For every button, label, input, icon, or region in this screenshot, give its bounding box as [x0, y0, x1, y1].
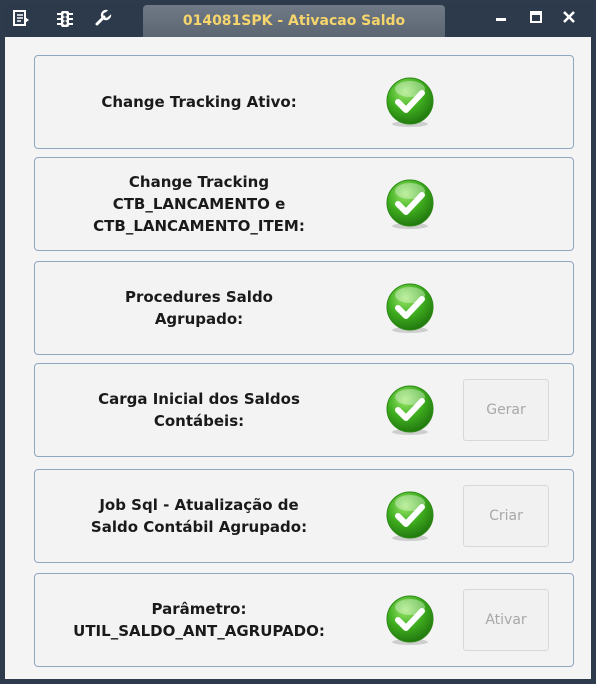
window-title: 014081SPK - Ativacao Saldo [182, 13, 406, 29]
status-label: Parâmetro: UTIL_SALDO_ANT_AGRUPADO: [49, 598, 349, 642]
status-panel: Parâmetro: UTIL_SALDO_ANT_AGRUPADO: Ativar [34, 573, 574, 667]
wrench-icon[interactable] [93, 9, 113, 29]
status-label-line: Change Tracking Ativo: [101, 93, 297, 111]
check-circle-icon [383, 383, 437, 437]
status-label-line: Procedures Saldo [124, 288, 273, 306]
app-window: 014081SPK - Ativacao Saldo Change Tracki… [0, 0, 596, 684]
status-label-line: Carga Inicial dos Saldos [98, 390, 300, 408]
status-label-line: CTB_LANCAMENTO e [112, 195, 286, 213]
status-label: Change Tracking Ativo: [49, 91, 349, 113]
status-panel: Change Tracking CTB_LANCAMENTO e CTB_LANCA… [34, 157, 574, 251]
client-area: Change Tracking Ativo: Change Tracking CTB… [5, 37, 591, 679]
status-label: Change Tracking CTB_LANCAMENTO e CTB_LANCA… [49, 171, 349, 237]
status-label: Job Sql - Atualização de Saldo Contábil A… [49, 494, 349, 538]
status-label-line: Saldo Contábil Agrupado: [90, 518, 308, 536]
traffic-light-icon[interactable] [55, 9, 75, 29]
maximize-button[interactable] [526, 9, 546, 29]
status-label: Carga Inicial dos Saldos Contábeis: [49, 388, 349, 432]
minimize-button[interactable] [491, 9, 511, 29]
status-panel: Job Sql - Atualização de Saldo Contábil A… [34, 469, 574, 563]
check-circle-icon [383, 281, 437, 335]
gerar-button[interactable]: Gerar [463, 379, 549, 441]
status-label-line: Job Sql - Atualização de [99, 496, 299, 514]
status-panel: Change Tracking Ativo: [34, 55, 574, 149]
status-panel: Procedures Saldo Agrupado: [34, 261, 574, 355]
status-label-line: Agrupado: [154, 310, 244, 328]
title-tab: 014081SPK - Ativacao Saldo [143, 5, 445, 37]
criar-button[interactable]: Criar [463, 485, 549, 547]
check-circle-icon [383, 75, 437, 129]
status-label-line: Parâmetro: [151, 600, 247, 618]
status-label: Procedures Saldo Agrupado: [49, 286, 349, 330]
status-label-line: Contábeis: [153, 412, 245, 430]
check-circle-icon [383, 177, 437, 231]
check-circle-icon [383, 489, 437, 543]
status-label-line: UTIL_SALDO_ANT_AGRUPADO: [73, 622, 325, 640]
ativar-button[interactable]: Ativar [463, 589, 549, 651]
title-bar: 014081SPK - Ativacao Saldo [3, 3, 593, 37]
close-button[interactable] [559, 9, 579, 29]
menu-icon[interactable] [11, 9, 31, 29]
check-circle-icon [383, 593, 437, 647]
status-panel: Carga Inicial dos Saldos Contábeis: Gerar [34, 363, 574, 457]
status-label-line: CTB_LANCAMENTO_ITEM: [93, 217, 305, 235]
status-label-line: Change Tracking [128, 173, 270, 191]
